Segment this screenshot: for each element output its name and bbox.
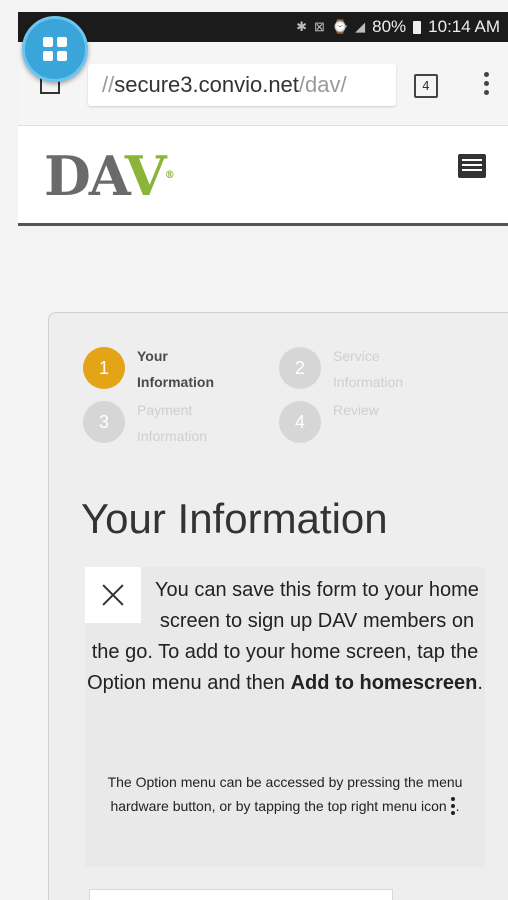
page-body: 1 Your Information 2 Service Information 3… (18, 226, 508, 900)
tab-switcher-button[interactable]: 4 (414, 74, 438, 98)
section-title: Your Information (81, 495, 388, 542)
hamburger-menu-icon[interactable] (458, 154, 486, 178)
dav-logo[interactable]: DAV® (44, 148, 175, 204)
url-prefix: // (102, 72, 115, 97)
battery-percent: 80% (372, 17, 407, 36)
floating-launcher-button[interactable] (22, 16, 88, 82)
signal-icon: ◢ (355, 19, 366, 34)
site-header: DAV® (18, 126, 508, 226)
mute-icon: ⊠ (314, 19, 325, 34)
status-bar: ✱ ⊠ ⌚ ◢ 80% 10:14 AM (18, 12, 508, 42)
url-path: /dav/ (298, 72, 347, 97)
alarm-icon: ⌚ (331, 19, 349, 34)
popup-message: You can save this form to your home scre… (87, 579, 483, 694)
step-4: 4 Review (279, 401, 429, 443)
battery-icon (413, 20, 422, 34)
address-bar[interactable]: //secure3.convio.net/dav/ (88, 64, 396, 106)
add-to-homescreen-label: Add to homescreen (290, 672, 478, 694)
url-host: secure3.convio.net (114, 72, 299, 97)
step-label: Review (333, 402, 379, 418)
popup-note: The Option menu can be accessed by press… (95, 770, 475, 818)
step-label: Service Information (333, 348, 404, 390)
step-number: 4 (279, 401, 321, 443)
clock: 10:14 AM (428, 17, 500, 36)
bluetooth-icon: ✱ (296, 19, 308, 34)
step-3: 3 Payment Information (83, 401, 233, 449)
browser-menu-icon[interactable] (484, 72, 490, 98)
step-1: 1 Your Information (83, 347, 233, 395)
grid-icon (43, 37, 67, 61)
step-number: 3 (83, 401, 125, 443)
step-label: Your Information (137, 348, 214, 390)
browser-toolbar: //secure3.convio.net/dav/ 4 (18, 42, 508, 126)
step-2: 2 Service Information (279, 347, 429, 395)
first-form-input[interactable] (89, 889, 393, 900)
form-card: 1 Your Information 2 Service Information 3… (48, 312, 508, 900)
add-to-homescreen-popup: You can save this form to your home scre… (85, 567, 485, 867)
step-number: 2 (279, 347, 321, 389)
step-label: Payment Information (137, 402, 208, 444)
registered-mark: ® (164, 170, 175, 181)
step-number: 1 (83, 347, 125, 389)
phone-screen: ✱ ⊠ ⌚ ◢ 80% 10:14 AM //secure3.convio.ne… (0, 0, 508, 900)
